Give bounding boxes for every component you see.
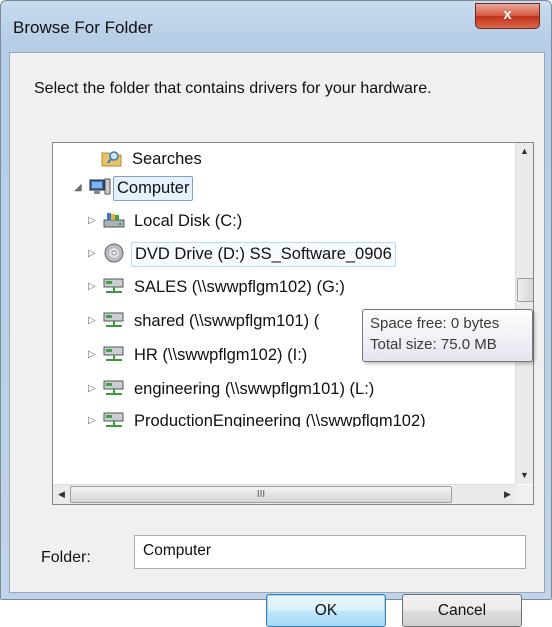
scroll-grip-icon: III (256, 489, 266, 500)
expand-arrow-icon[interactable]: ▷ (88, 247, 96, 261)
network-drive-icon (103, 310, 125, 330)
network-drive-icon (103, 344, 125, 364)
scroll-right-arrow-icon[interactable]: ▶ (499, 486, 516, 503)
expand-arrow-icon[interactable]: ▷ (88, 382, 96, 396)
tree-item-label: shared (\\swwpflgm101) ( (134, 312, 320, 330)
tree-item-label: Computer (113, 176, 194, 201)
tree-item-dvd-drive[interactable]: ▷ DVD Drive (D:) SS_Software_0906 (53, 240, 523, 268)
tooltip-total-size: Total size: 75.0 MB (370, 336, 497, 353)
expand-arrow-icon[interactable]: ▷ (88, 348, 96, 362)
expand-arrow-icon[interactable]: ▷ (88, 280, 96, 294)
folder-search-icon (101, 148, 123, 168)
drive-info-tooltip: Space free: 0 bytes Total size: 75.0 MB (362, 309, 533, 362)
computer-icon (89, 177, 111, 197)
dvd-drive-icon (103, 243, 125, 263)
tree-item-production-engineering[interactable]: ▷ ProductionEngineering (\\swwpflgm102) (53, 407, 523, 427)
scroll-up-arrow-icon[interactable]: ▲ (516, 143, 533, 160)
folder-input[interactable]: Computer (134, 535, 526, 569)
network-drive-icon (103, 378, 125, 398)
tree-item-label: SALES (\\swwpflgm102) (G:) (134, 278, 345, 296)
cancel-button[interactable]: Cancel (402, 594, 522, 627)
horizontal-scroll-thumb[interactable]: III (70, 486, 452, 503)
close-button[interactable]: x (475, 3, 540, 29)
scroll-down-arrow-icon[interactable]: ▼ (516, 467, 533, 484)
title-bar[interactable]: Browse For Folder x (1, 1, 551, 51)
network-drive-icon (103, 276, 125, 296)
folder-label: Folder: (41, 549, 91, 566)
expand-arrow-icon[interactable]: ▷ (88, 414, 96, 427)
tree-item-computer[interactable]: ◢ Computer (53, 174, 523, 202)
tree-item-engineering[interactable]: ▷ engineering (\\swwpflgm101) (L:) (53, 375, 523, 403)
scrollbar-corner (516, 485, 533, 504)
tree-item-local-disk[interactable]: ▷ Local Disk (C:) (53, 207, 523, 235)
tooltip-space-free: Space free: 0 bytes (370, 315, 500, 332)
browse-for-folder-dialog: Browse For Folder x Select the folder th… (0, 0, 552, 627)
vertical-scroll-thumb[interactable] (517, 278, 533, 302)
horizontal-scrollbar[interactable]: ◀ III ▶ (53, 484, 516, 504)
ok-button[interactable]: OK (266, 594, 386, 627)
expand-arrow-icon[interactable]: ▷ (88, 314, 96, 328)
scroll-left-arrow-icon[interactable]: ◀ (53, 486, 70, 503)
hard-disk-icon (103, 210, 125, 230)
tree-item-sales[interactable]: ▷ SALES (\\swwpflgm102) (G:) (53, 273, 523, 301)
tree-item-searches[interactable]: Searches (53, 145, 523, 173)
tree-item-label: engineering (\\swwpflgm101) (L:) (134, 380, 375, 398)
collapse-arrow-icon[interactable]: ◢ (74, 181, 82, 195)
tree-item-label: Searches (132, 150, 202, 168)
network-drive-icon (103, 410, 125, 427)
instruction-text: Select the folder that contains drivers … (34, 80, 432, 97)
tree-item-label: Local Disk (C:) (134, 212, 243, 230)
tree-item-label: HR (\\swwpflgm102) (I:) (134, 346, 308, 364)
expand-arrow-icon[interactable]: ▷ (88, 214, 96, 228)
dialog-body: Select the folder that contains drivers … (9, 52, 545, 627)
tree-item-label: DVD Drive (D:) SS_Software_0906 (131, 242, 396, 267)
tree-item-label: ProductionEngineering (\\swwpflgm102) (134, 412, 426, 427)
close-icon: x (503, 6, 512, 23)
window-title: Browse For Folder (13, 18, 153, 37)
